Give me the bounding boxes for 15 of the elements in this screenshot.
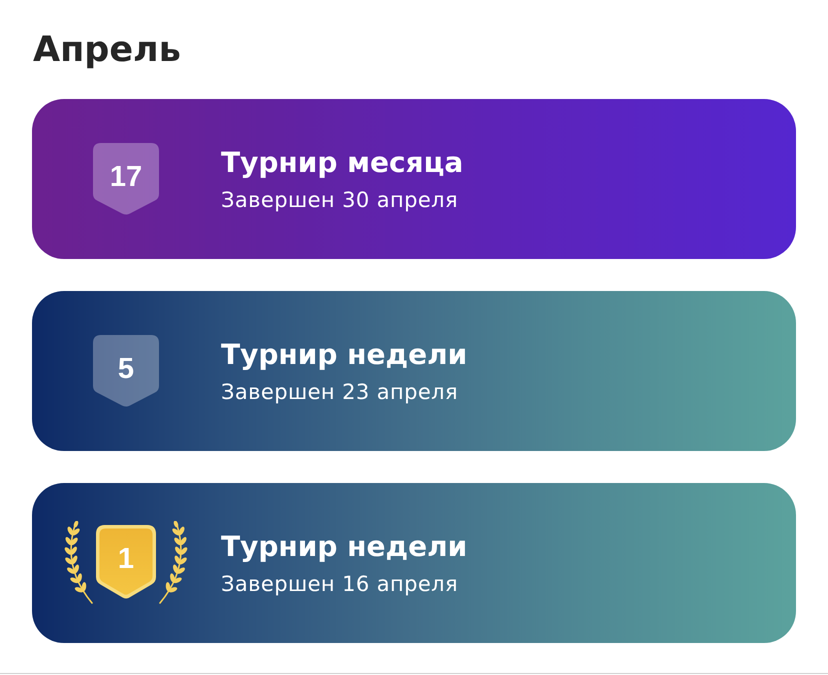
rank-badge: 17 — [93, 143, 159, 215]
tournament-title: Турнир недели — [221, 337, 468, 373]
tournament-title: Турнир недели — [221, 529, 468, 565]
tournament-title: Турнир месяца — [221, 145, 464, 181]
laurel-icon — [156, 521, 190, 605]
week-tournament-card[interactable]: 5 Турнир недели Завершен 23 апреля — [32, 291, 796, 451]
first-place-badge: 1 — [96, 525, 156, 599]
week-tournament-card[interactable]: 1 Турнир недели Завершен 16 апреля — [32, 483, 796, 643]
laurel-icon — [62, 521, 96, 605]
section-title: Апрель — [33, 29, 181, 72]
tournament-end-date: Завершен 30 апреля — [221, 187, 460, 213]
month-tournament-card[interactable]: 17 Турнир месяца Завершен 30 апреля — [32, 99, 796, 259]
rank-badge: 5 — [93, 335, 159, 407]
tournament-end-date: Завершен 23 апреля — [221, 379, 460, 405]
tournament-end-date: Завершен 16 апреля — [221, 571, 460, 597]
